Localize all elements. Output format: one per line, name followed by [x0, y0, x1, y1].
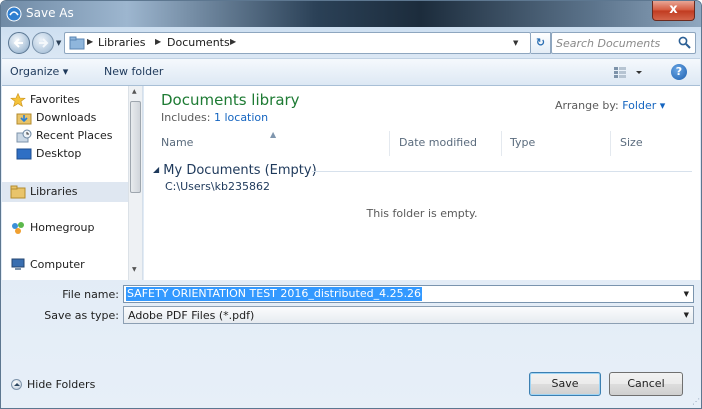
collapse-chevron-icon	[11, 379, 22, 390]
address-bar[interactable]: ▶ Libraries ▶ Documents ▶ ▼	[64, 32, 531, 54]
libraries-icon	[10, 185, 26, 199]
computer-icon	[11, 258, 25, 270]
nav-item-libraries[interactable]: Libraries	[2, 182, 128, 202]
cancel-button[interactable]: Cancel	[609, 372, 683, 396]
refresh-icon: ↻	[535, 36, 546, 49]
save-as-dialog: Save As x ▼ ▶ Libraries ▶ Documents ▶ ▼	[0, 0, 702, 409]
column-header-name[interactable]: Name	[161, 136, 193, 149]
column-header-size[interactable]: Size	[620, 136, 643, 149]
close-button[interactable]: x	[652, 1, 695, 21]
search-input[interactable]	[556, 35, 674, 51]
address-dropdown-icon[interactable]: ▼	[513, 39, 518, 47]
nav-item-favorites[interactable]: Favorites	[10, 93, 80, 107]
recent-places-icon	[16, 129, 32, 143]
search-icon[interactable]	[678, 36, 691, 49]
star-icon	[10, 93, 26, 107]
column-header-type[interactable]: Type	[510, 136, 535, 149]
refresh-button[interactable]: ↻	[531, 32, 551, 54]
hide-folders-button[interactable]: Hide Folders	[11, 378, 95, 391]
navigation-scrollbar[interactable]: ▲ ▼	[128, 86, 142, 280]
nav-item-computer[interactable]: Computer	[10, 258, 85, 272]
view-options-icon	[614, 67, 642, 78]
organize-button[interactable]: Organize ▾	[10, 65, 68, 78]
file-name-label: File name:	[62, 288, 119, 301]
save-as-type-select[interactable]: Adobe PDF Files (*.pdf) ▼	[123, 306, 694, 324]
arrange-by: Arrange by: Folder ▾	[555, 99, 666, 112]
navigation-pane: Favorites Downloads Recent Places Deskto…	[2, 86, 143, 280]
downloads-folder-icon	[16, 113, 32, 125]
collapse-group-icon[interactable]: ◢	[153, 165, 159, 174]
nav-item-downloads[interactable]: Downloads	[16, 111, 96, 125]
help-button[interactable]: ?	[671, 64, 687, 80]
breadcrumb-separator-icon: ▶	[87, 37, 94, 46]
search-box[interactable]	[551, 32, 696, 54]
column-header-date-modified[interactable]: Date modified	[399, 136, 477, 149]
help-icon: ?	[675, 65, 683, 78]
file-name-dropdown-icon[interactable]: ▼	[684, 290, 689, 298]
homegroup-icon	[12, 222, 24, 234]
back-button[interactable]	[8, 32, 30, 54]
column-divider[interactable]	[501, 131, 502, 156]
empty-folder-message: This folder is empty.	[366, 207, 478, 220]
library-includes: Includes: 1 location	[161, 111, 269, 124]
nav-item-recent-places[interactable]: Recent Places	[16, 129, 113, 143]
arrange-by-dropdown[interactable]: Folder ▾	[622, 99, 665, 112]
column-divider[interactable]	[389, 131, 390, 156]
command-toolbar: Organize ▾ New folder ?	[2, 58, 700, 86]
change-view-button[interactable]	[613, 65, 645, 82]
window-title: Save As	[26, 6, 74, 20]
breadcrumb-documents[interactable]: Documents	[167, 36, 230, 49]
nav-item-homegroup[interactable]: Homegroup	[10, 221, 94, 235]
column-divider[interactable]	[610, 131, 611, 156]
title-bar: Save As x	[1, 1, 701, 27]
file-list-pane: Documents library Includes: 1 location A…	[144, 86, 700, 280]
library-title: Documents library	[161, 91, 300, 109]
save-button[interactable]: Save	[529, 372, 601, 396]
forward-arrow-icon	[39, 38, 49, 48]
group-folder-path: C:\Users\kb235862	[165, 180, 270, 193]
group-divider	[312, 171, 692, 172]
nav-item-desktop[interactable]: Desktop	[16, 147, 81, 161]
breadcrumb-separator-icon: ▶	[155, 37, 162, 46]
scroll-up-icon[interactable]: ▲	[132, 88, 137, 95]
library-folder-icon	[69, 36, 85, 50]
save-as-type-dropdown-icon[interactable]: ▼	[684, 311, 689, 319]
file-name-field[interactable]: SAFETY ORIENTATION TEST 2016_distributed…	[123, 285, 694, 303]
desktop-icon	[16, 148, 32, 160]
address-row: ▼ ▶ Libraries ▶ Documents ▶ ▼ ↻	[1, 27, 701, 57]
recent-pages-dropdown-icon[interactable]: ▼	[56, 39, 61, 47]
breadcrumb-libraries[interactable]: Libraries	[98, 36, 146, 49]
new-folder-button[interactable]: New folder	[104, 65, 163, 78]
resize-grip-icon[interactable]: ⋰	[692, 397, 700, 406]
save-as-type-label: Save as type:	[44, 309, 119, 322]
scroll-down-icon[interactable]: ▼	[132, 266, 137, 273]
breadcrumb-separator-icon: ▶	[230, 37, 237, 46]
back-arrow-icon	[13, 38, 23, 48]
acrobat-icon	[6, 6, 22, 22]
scrollbar-thumb[interactable]	[130, 101, 141, 193]
sort-ascending-icon: ▲	[270, 130, 277, 139]
forward-button[interactable]	[32, 32, 54, 54]
group-header[interactable]: ◢ My Documents (Empty)	[153, 163, 317, 178]
save-as-type-value: Adobe PDF Files (*.pdf)	[128, 309, 255, 322]
file-name-value[interactable]: SAFETY ORIENTATION TEST 2016_distributed…	[126, 287, 423, 301]
includes-locations-link[interactable]: 1 location	[214, 111, 268, 124]
